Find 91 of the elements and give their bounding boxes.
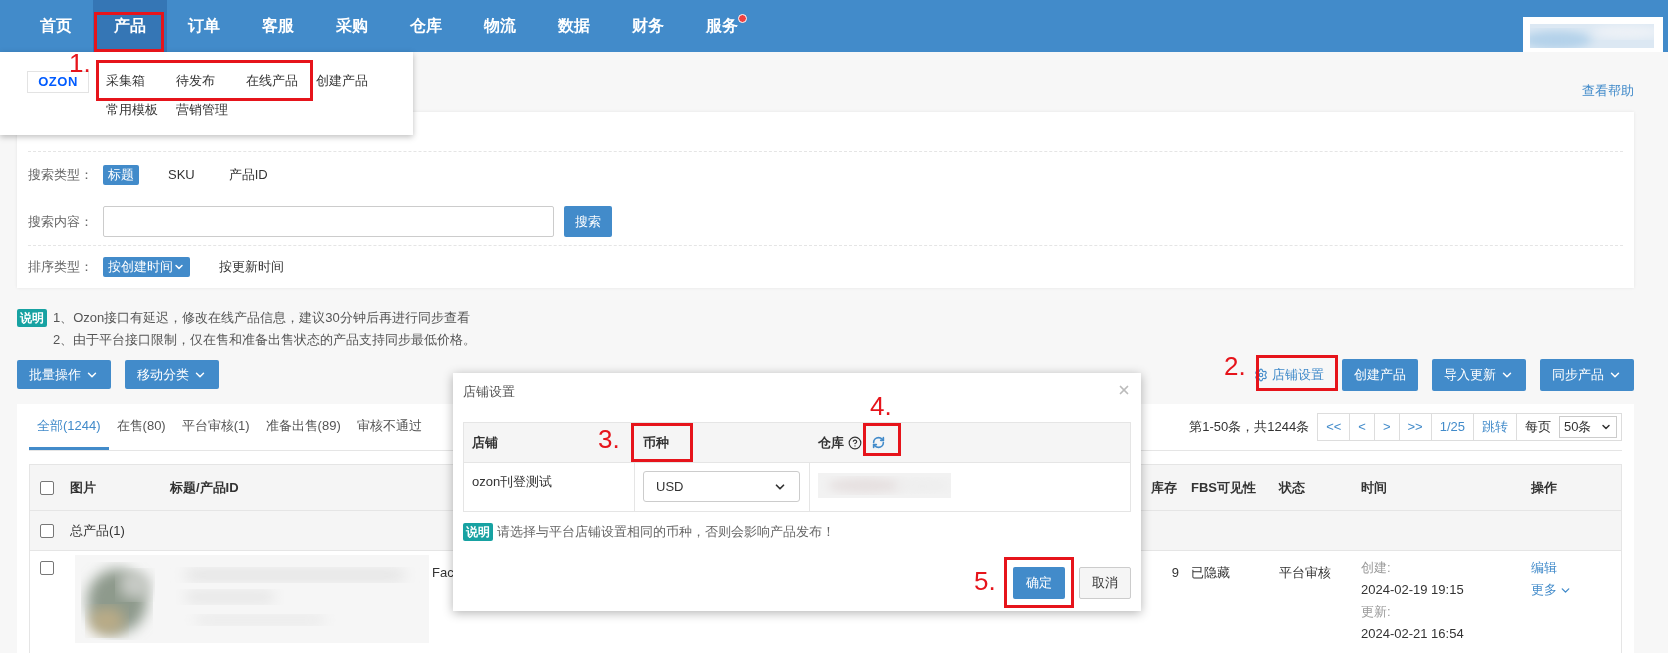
status-tab[interactable]: 在售(80) [108, 404, 174, 450]
action-link[interactable]: 更多 [1531, 579, 1572, 601]
note-text: 2、由于平台接口限制，仅在售和准备出售状态的产品支持同步最低价格。 [53, 331, 477, 349]
note-tag: 说明 [17, 309, 47, 327]
search-field[interactable] [103, 206, 554, 237]
help-icon [848, 435, 862, 450]
annotation-box [94, 12, 164, 52]
nav-tab[interactable]: 数据 [537, 0, 611, 52]
menu-item[interactable]: 常用模板 [106, 99, 176, 120]
nav-tab[interactable]: 物流 [463, 0, 537, 52]
help-link[interactable]: 查看帮助 [1582, 80, 1634, 100]
page-summary: 第1-50条，共1244条 [1189, 418, 1310, 437]
status-tab[interactable]: 准备出售(89) [257, 404, 349, 450]
filter-label: 排序类型： [28, 258, 94, 277]
column-header: 图片 [70, 478, 96, 497]
filter-option[interactable]: SKU [163, 165, 200, 185]
action-link[interactable]: 编辑 [1531, 557, 1557, 579]
per-page-label: 每页 [1524, 418, 1552, 437]
column-header: 库存 [1151, 478, 1177, 497]
step-number: 5. [974, 565, 996, 597]
status-tab[interactable]: 审核不通过 [348, 404, 430, 450]
page-button[interactable]: < [1350, 414, 1375, 440]
search-button[interactable]: 搜索 [564, 206, 612, 237]
stock-cell-text: 9 [1171, 564, 1180, 582]
filter-option[interactable]: 按更新时间 [214, 257, 289, 277]
nav-tab[interactable]: 财务 [611, 0, 685, 52]
store-settings-link[interactable]: 店铺设置 [1254, 364, 1324, 385]
step-number: 2. [1224, 350, 1246, 382]
annotation-box [631, 423, 693, 462]
dropdown-button[interactable]: 移动分类 [125, 360, 219, 389]
per-page-select[interactable]: 50条 [1559, 416, 1617, 438]
page-button[interactable]: > [1374, 414, 1400, 440]
checkbox[interactable] [40, 561, 54, 575]
column-header: 标题/产品ID [170, 478, 239, 497]
group-label: 总产品(1) [70, 521, 125, 540]
dropdown-button[interactable]: 同步产品 [1540, 358, 1634, 391]
step-number: 3. [598, 423, 620, 455]
status-cell-text: 平台审核 [1279, 564, 1332, 582]
menu-item[interactable]: 创建产品 [316, 70, 386, 91]
cancel-button[interactable]: 取消 [1079, 566, 1131, 599]
status-tab[interactable]: 全部(1244) [29, 404, 109, 450]
ozon-logo: OZON [27, 71, 89, 93]
dialog-title: 店铺设置 [463, 383, 515, 402]
filter-option[interactable]: 产品ID [223, 165, 273, 185]
column-header: FBS可见性 [1191, 478, 1256, 497]
page-button[interactable]: << [1318, 414, 1351, 440]
product-title: Fac [432, 564, 454, 582]
nav-tab[interactable]: 仓库 [389, 0, 463, 52]
page-indicator: 1/25 [1431, 414, 1474, 440]
store-name: ozon刊登测试 [464, 463, 635, 511]
filter-option[interactable]: 标题 [103, 165, 139, 185]
column-header: 币种 [643, 433, 669, 452]
time-value: 2024-02-21 16:54 [1361, 625, 1464, 643]
dropdown-button[interactable]: 导入更新 [1432, 358, 1526, 391]
settings-icon [1254, 367, 1268, 382]
column-header: 时间 [1361, 478, 1387, 497]
column-header: 仓库 [818, 433, 844, 452]
currency-select[interactable]: USD [643, 471, 800, 502]
column-header: 状态 [1279, 478, 1305, 497]
nav-tab[interactable]: 采购 [315, 0, 389, 52]
page-button[interactable]: >> [1399, 414, 1432, 440]
column-header: 操作 [1531, 478, 1557, 497]
step-number: 4. [870, 390, 892, 422]
nav-tab[interactable]: 订单 [167, 0, 241, 52]
fbs-cell-text: 已隐藏 [1191, 564, 1231, 582]
refresh-icon[interactable] [872, 436, 885, 449]
filter-option[interactable]: 按创建时间 [103, 257, 190, 277]
jump-button[interactable]: 跳转 [1474, 414, 1517, 440]
annotation-box [1004, 557, 1074, 608]
filter-label: 搜索内容： [28, 212, 94, 231]
create-product-button[interactable]: 创建产品 [1342, 358, 1418, 391]
checkbox[interactable] [40, 523, 54, 538]
note-tag: 说明 [463, 522, 493, 541]
time-label: 更新: [1361, 603, 1391, 621]
annotation-box [863, 423, 901, 456]
nav-tab[interactable]: 服务 [685, 0, 759, 52]
time-value: 2024-02-19 19:15 [1361, 581, 1464, 599]
menu-item[interactable]: 营销管理 [176, 99, 246, 120]
dropdown-button[interactable]: 批量操作 [17, 360, 111, 389]
menu-item[interactable]: 采集箱 [106, 70, 176, 91]
note-text: 1、Ozon接口有延迟，修改在线产品信息，建议30分钟后再进行同步查看 [53, 309, 471, 327]
confirm-button[interactable]: 确定 [1013, 566, 1065, 599]
nav-tab[interactable]: 客服 [241, 0, 315, 52]
status-tab[interactable]: 平台审核(1) [173, 404, 258, 450]
column-header: 店铺 [472, 433, 498, 452]
filter-label: 搜索类型： [28, 166, 94, 185]
note-text: 请选择与平台店铺设置相同的币种，否则会影响产品发布！ [497, 523, 835, 541]
menu-item[interactable]: 待发布 [176, 70, 246, 91]
time-label: 创建: [1361, 559, 1391, 577]
checkbox[interactable] [40, 480, 54, 495]
menu-item[interactable]: 在线产品 [246, 70, 316, 91]
